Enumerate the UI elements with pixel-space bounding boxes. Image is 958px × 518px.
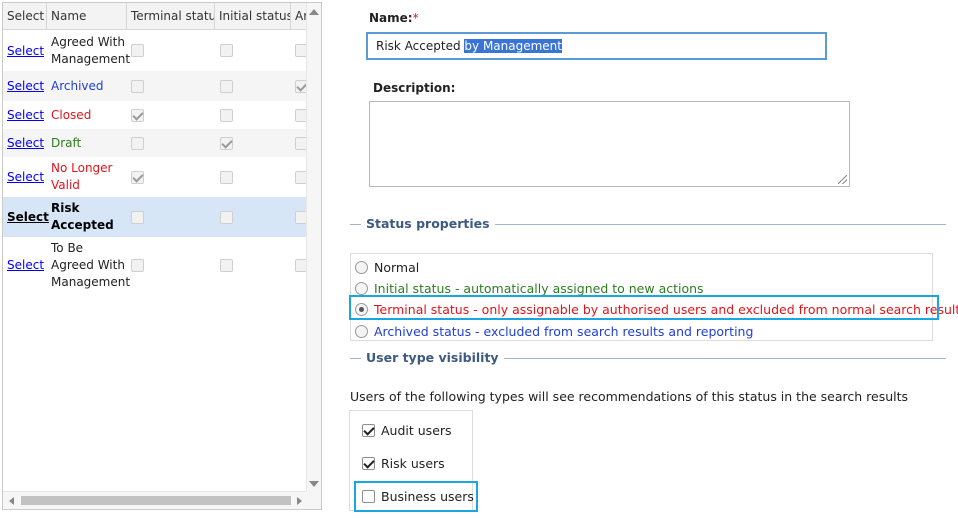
horizontal-scrollbar[interactable] [3, 491, 308, 509]
scroll-right-icon[interactable] [297, 497, 302, 505]
table-row-selected: Select Risk Accepted [3, 197, 321, 237]
required-marker: * [412, 11, 419, 25]
terminal-status-checkbox [131, 170, 144, 184]
status-name: Risk Accepted [51, 201, 114, 232]
terminal-status-checkbox [131, 210, 144, 224]
scrollbar-corner [306, 491, 321, 509]
risk-users-label: Risk users [381, 456, 445, 471]
scroll-up-icon[interactable] [309, 9, 319, 15]
risk-users-option[interactable]: Risk users [362, 456, 445, 471]
initial-status-checkbox [220, 79, 233, 93]
radio-archived-status[interactable]: Archived status - excluded from search r… [355, 322, 753, 340]
initial-status-checkbox [220, 136, 233, 150]
select-link[interactable]: Select [3, 258, 44, 272]
status-properties-title: Status properties [361, 216, 495, 231]
vertical-scrollbar[interactable] [306, 3, 321, 493]
business-users-callout [354, 481, 478, 512]
name-input[interactable]: Risk Accepted by Management [366, 32, 827, 60]
initial-status-checkbox [220, 44, 233, 57]
terminal-status-checkbox [131, 108, 144, 122]
table-row: Select No Longer Valid [3, 157, 321, 197]
scroll-down-icon[interactable] [309, 481, 319, 487]
terminal-status-checkbox [131, 79, 144, 93]
terminal-status-checkbox [131, 136, 144, 150]
audit-users-label: Audit users [381, 423, 452, 438]
column-header-select[interactable]: Select [3, 3, 47, 30]
table-row: Select Agreed With Management [3, 30, 321, 71]
audit-users-checkbox[interactable] [362, 424, 375, 437]
select-link[interactable]: Select [3, 170, 44, 184]
initial-status-checkbox [220, 258, 233, 272]
horizontal-scroll-thumb[interactable] [21, 496, 291, 505]
audit-users-option[interactable]: Audit users [362, 423, 452, 438]
status-name: Archived [51, 78, 104, 93]
status-name: To Be Agreed With Management [51, 240, 131, 289]
status-name: No Longer Valid [51, 161, 113, 192]
name-input-selected-text: by Management [464, 39, 562, 53]
user-type-visibility-title: User type visibility [361, 350, 504, 365]
grid-header: Select Name Terminal status Initial stat… [3, 3, 308, 30]
select-link[interactable]: Select [3, 79, 44, 93]
table-row: Select Closed [3, 101, 321, 129]
select-link[interactable]: Select [3, 108, 44, 122]
column-header-terminal-status[interactable]: Terminal status [127, 3, 215, 30]
risk-users-checkbox[interactable] [362, 457, 375, 470]
terminal-status-checkbox [131, 258, 144, 272]
table-row: Select Archived [3, 71, 321, 101]
select-link[interactable]: Select [3, 44, 44, 58]
name-label: Name:* [369, 11, 419, 25]
column-header-initial-status[interactable]: Initial status [215, 3, 291, 30]
terminal-status-checkbox [131, 44, 144, 57]
status-grid: Select Name Terminal status Initial stat… [2, 2, 322, 510]
initial-status-checkbox [220, 108, 233, 122]
name-input-text: Risk Accepted [376, 39, 465, 53]
status-name: Draft [51, 135, 82, 150]
terminal-status-callout [349, 295, 939, 320]
select-link[interactable]: Select [3, 210, 49, 224]
user-visibility-info: Users of the following types will see re… [350, 389, 909, 404]
initial-status-checkbox [220, 170, 233, 184]
column-header-name[interactable]: Name [47, 3, 127, 30]
radio-label: Initial status - automatically assigned … [374, 280, 704, 296]
radio-button[interactable] [355, 281, 368, 295]
description-label: Description: [373, 81, 456, 95]
description-textarea[interactable] [369, 101, 850, 187]
table-row: Select Draft [3, 129, 321, 157]
radio-label: Archived status - excluded from search r… [374, 323, 754, 339]
status-name: Agreed With Management [51, 34, 131, 66]
scroll-left-icon[interactable] [9, 497, 14, 505]
status-name: Closed [51, 107, 92, 122]
initial-status-checkbox [220, 210, 233, 224]
radio-button[interactable] [355, 324, 368, 338]
resize-grip-icon[interactable] [838, 175, 847, 184]
select-link[interactable]: Select [3, 136, 44, 150]
radio-button[interactable] [355, 260, 368, 274]
radio-label: Normal [374, 259, 420, 275]
radio-normal[interactable]: Normal [355, 258, 419, 276]
table-row: Select To Be Agreed With Management [3, 237, 321, 293]
